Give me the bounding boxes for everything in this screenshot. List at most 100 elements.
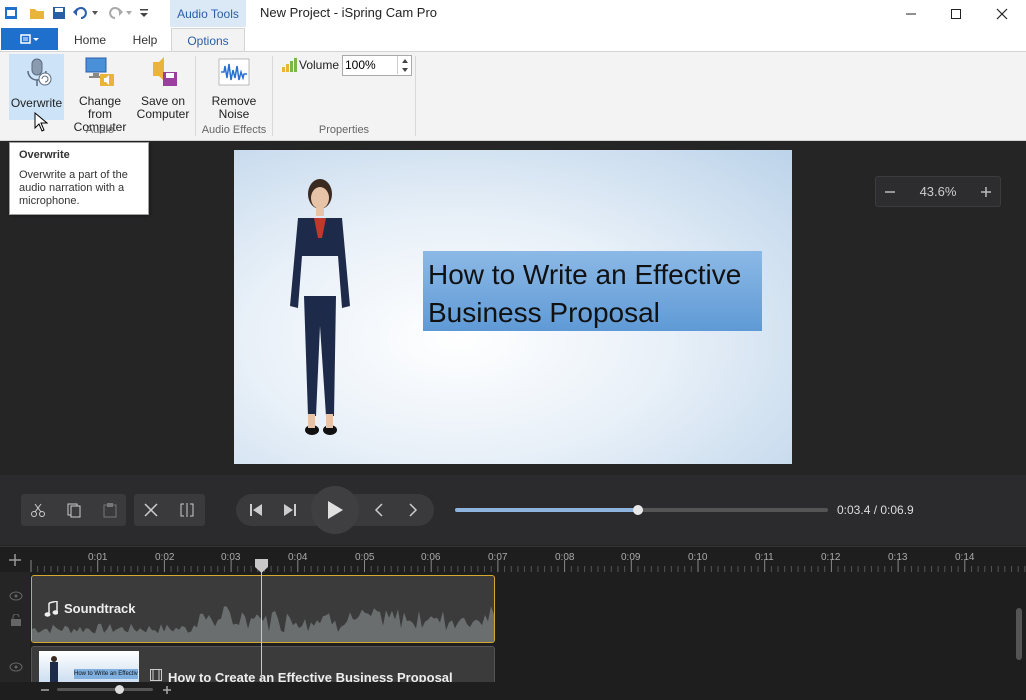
video-track-clip[interactable]: How to Write an Effective How to Create … [31, 646, 495, 686]
change-from-computer-button[interactable]: Change from Computer [66, 54, 134, 134]
plus-icon [9, 554, 21, 566]
maximize-button[interactable] [933, 0, 979, 27]
ruler-tick-label: 0:03 [221, 552, 241, 563]
skip-forward-icon [284, 504, 296, 516]
overwrite-button[interactable]: Overwrite [9, 54, 64, 120]
tooltip: Overwrite Overwrite a part of the audio … [9, 142, 149, 215]
zoom-in-button[interactable] [972, 177, 1000, 206]
overwrite-label: Overwrite [10, 96, 63, 110]
audio-track-clip[interactable]: Soundtrack [31, 575, 495, 643]
slide-title: How to Write an Effective Business Propo… [428, 259, 742, 328]
change-from-computer-line1: Change from [78, 94, 122, 121]
customize-toolbar-icon[interactable] [138, 4, 150, 22]
audio-track-visibility-icon[interactable] [9, 590, 23, 604]
ruler-tick-label: 0:11 [755, 552, 774, 563]
app-menu-icon[interactable] [2, 4, 20, 22]
timeline-zoom-out-button[interactable] [40, 684, 50, 698]
minus-icon [41, 689, 49, 691]
minimize-button[interactable] [888, 0, 934, 27]
save-on-computer-button[interactable]: Save on Computer [136, 54, 190, 121]
go-to-end-button[interactable] [274, 494, 306, 526]
timeline-vertical-scrollbar[interactable] [1016, 608, 1022, 660]
volume-label: Volume [299, 58, 340, 72]
save-icon[interactable] [50, 4, 68, 22]
delete-icon [144, 503, 158, 517]
copy-button[interactable] [58, 494, 90, 526]
undo-icon[interactable] [72, 4, 90, 22]
properties-group-label: Properties [318, 124, 370, 136]
paste-icon [103, 503, 117, 518]
ruler-tick-label: 0:06 [421, 552, 441, 563]
seek-handle[interactable] [632, 505, 643, 515]
scissors-icon [31, 503, 45, 517]
window-title: New Project - iSpring Cam Pro [260, 5, 437, 20]
volume-down-button[interactable] [397, 65, 411, 74]
timeline-zoom-slider[interactable] [57, 688, 153, 691]
redo-icon[interactable] [106, 4, 124, 22]
volume-icon [281, 57, 297, 73]
audio-track-lock-icon[interactable] [10, 613, 22, 629]
tooltip-body: Overwrite a part of the audio narration … [19, 169, 128, 207]
playhead[interactable] [261, 566, 262, 684]
mouse-cursor-icon [34, 111, 49, 135]
slide-title-box[interactable]: How to Write an Effective Business Propo… [423, 251, 762, 331]
tab-home[interactable]: Home [66, 28, 114, 51]
redo-dropdown-icon[interactable] [124, 4, 134, 22]
undo-dropdown-icon[interactable] [90, 4, 100, 22]
ruler-tick-label: 0:02 [155, 552, 175, 563]
time-ruler[interactable] [30, 546, 1026, 572]
remove-noise-button[interactable]: Remove Noise [206, 54, 262, 121]
playhead-handle[interactable] [255, 559, 268, 576]
tab-help[interactable]: Help [122, 28, 168, 51]
presenter-figure [290, 179, 350, 435]
ruler-tick-label: 0:07 [488, 552, 508, 563]
video-track-visibility-icon[interactable] [9, 661, 23, 675]
zoom-level: 43.6% [919, 184, 957, 199]
previous-frame-button[interactable] [363, 494, 395, 526]
zoom-control: 43.6% [875, 176, 1001, 207]
tab-options[interactable]: Options [171, 28, 245, 52]
file-menu-button[interactable] [1, 28, 58, 50]
tooltip-title: Overwrite [19, 149, 70, 161]
delete-button[interactable] [135, 494, 167, 526]
ruler-tick-label: 0:13 [888, 552, 908, 563]
slide-preview[interactable]: How to Write an Effective Business Propo… [234, 150, 792, 464]
volume-up-button[interactable] [397, 56, 411, 65]
volume-input[interactable] [345, 57, 393, 72]
timeline-zoom-in-button[interactable] [162, 684, 172, 698]
group-separator [195, 56, 196, 136]
computer-audio-icon [83, 56, 117, 88]
remove-noise-line2: Noise [218, 107, 250, 121]
timeline-zoom-bar [0, 682, 1026, 699]
chevron-right-icon [409, 503, 418, 517]
ruler-tick-label: 0:04 [288, 552, 308, 563]
audio-effects-group-label: Audio Effects [201, 124, 267, 136]
chevron-left-icon [374, 503, 383, 517]
audio-track-label: Soundtrack [64, 601, 136, 616]
ruler-tick-label: 0:05 [355, 552, 375, 563]
cut-button[interactable] [22, 494, 54, 526]
ruler-tick-label: 0:09 [621, 552, 641, 563]
ruler-tick-label: 0:12 [821, 552, 841, 563]
split-button[interactable] [171, 494, 203, 526]
save-audio-icon [146, 56, 180, 88]
next-frame-button[interactable] [397, 494, 429, 526]
plus-icon [981, 186, 991, 197]
close-button[interactable] [979, 0, 1025, 27]
add-track-button[interactable] [8, 553, 22, 570]
split-icon [180, 503, 194, 517]
file-menu-icon [19, 34, 39, 44]
title-bar [0, 0, 1026, 28]
ruler-tick-label: 0:10 [688, 552, 708, 563]
go-to-start-button[interactable] [240, 494, 272, 526]
open-folder-icon[interactable] [28, 4, 46, 22]
paste-button[interactable] [94, 494, 126, 526]
waveform-icon [217, 56, 251, 88]
thumbnail-title: How to Write an Effective [74, 669, 138, 679]
timeline-zoom-handle[interactable] [115, 685, 124, 694]
ruler-tick-label: 0:08 [555, 552, 575, 563]
volume-stepper[interactable] [342, 55, 412, 76]
zoom-out-button[interactable] [876, 177, 904, 206]
copy-icon [67, 503, 81, 518]
play-button[interactable] [311, 486, 359, 534]
